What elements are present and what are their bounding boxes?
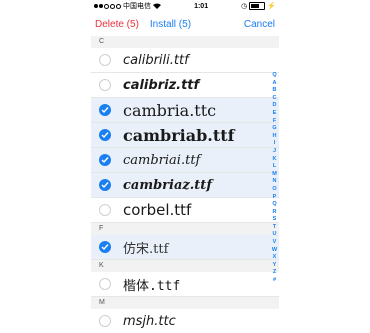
list-item[interactable]: msjh.ttc	[91, 309, 279, 333]
nav-bar: Delete (5) Install (5) Cancel	[91, 12, 279, 36]
index-letter[interactable]: A	[273, 80, 277, 88]
index-letter[interactable]: Y	[273, 262, 277, 270]
list-item[interactable]: corbel.ttf	[91, 198, 279, 223]
font-file-name: cambriai.ttf	[123, 152, 201, 168]
font-file-name: calibriz.ttf	[123, 77, 200, 93]
checkmark-icon[interactable]	[99, 241, 111, 253]
index-letter[interactable]: T	[273, 224, 276, 232]
delete-button[interactable]: Delete (5)	[95, 19, 139, 30]
index-letter[interactable]: F	[273, 118, 276, 126]
font-file-name: calibrili.ttf	[123, 52, 189, 68]
battery-icon	[249, 2, 266, 10]
index-letter[interactable]: Z	[273, 269, 276, 277]
unchecked-circle-icon[interactable]	[99, 79, 111, 91]
index-letter[interactable]: U	[273, 231, 277, 239]
status-right: ◷ ⚡	[241, 2, 276, 10]
index-letter[interactable]: C	[273, 95, 277, 103]
font-file-name: msjh.ttc	[123, 313, 176, 329]
index-letter[interactable]: V	[273, 239, 277, 247]
section-header-k: K	[91, 260, 279, 272]
index-letter[interactable]: I	[274, 140, 276, 148]
index-letter[interactable]: D	[273, 102, 277, 110]
index-letter[interactable]: M	[272, 171, 277, 179]
index-letter[interactable]: S	[273, 216, 277, 224]
unchecked-circle-icon[interactable]	[99, 315, 111, 327]
index-letter[interactable]: H	[273, 133, 277, 141]
section-header-c: C	[91, 36, 279, 48]
index-letter[interactable]: #	[273, 277, 276, 285]
status-left: 中国电信	[94, 1, 161, 11]
index-letter[interactable]: N	[273, 178, 277, 186]
wifi-icon	[153, 3, 161, 9]
unchecked-circle-icon[interactable]	[99, 204, 111, 216]
cancel-button[interactable]: Cancel	[244, 19, 275, 30]
list-item[interactable]: cambriai.ttf	[91, 148, 279, 173]
app-screen: 中国电信 1:01 ◷ ⚡ Delete (5) Install (5) Can…	[91, 0, 279, 333]
alarm-icon: ◷	[241, 3, 248, 10]
list-item[interactable]: 仿宋.ttf	[91, 235, 279, 260]
charging-icon: ⚡	[267, 3, 276, 10]
index-letter[interactable]: E	[273, 110, 277, 118]
font-list: C calibrili.ttf calibriz.ttf cambria.ttc…	[91, 36, 279, 333]
index-letter[interactable]: X	[273, 254, 277, 262]
checkmark-icon[interactable]	[99, 154, 111, 166]
font-file-name: corbel.ttf	[123, 201, 192, 219]
index-letter[interactable]: Q	[272, 72, 276, 80]
list-item[interactable]: 楷体.ttf	[91, 272, 279, 297]
status-bar: 中国电信 1:01 ◷ ⚡	[91, 0, 279, 12]
checkmark-icon[interactable]	[99, 104, 111, 116]
font-file-name: 楷体.ttf	[123, 278, 181, 294]
index-letter[interactable]: K	[273, 156, 277, 164]
signal-icon	[94, 3, 121, 9]
list-item[interactable]: cambria.ttc	[91, 98, 279, 123]
list-item[interactable]: calibriz.ttf	[91, 73, 279, 98]
section-index-bar[interactable]: Q A B C D E F G H I J K L M N O P Q R S T U V W X Y Z #	[270, 72, 279, 285]
index-letter[interactable]: B	[273, 87, 277, 95]
index-letter[interactable]: J	[273, 148, 276, 156]
section-header-f: F	[91, 223, 279, 235]
status-time: 1:01	[194, 2, 209, 10]
unchecked-circle-icon[interactable]	[99, 278, 111, 290]
checkmark-icon[interactable]	[99, 179, 111, 191]
index-letter[interactable]: G	[272, 125, 276, 133]
index-letter[interactable]: P	[273, 194, 277, 202]
font-file-name: cambriaz.ttf	[123, 177, 212, 193]
font-file-name: cambriab.ttf	[123, 125, 235, 145]
install-button[interactable]: Install (5)	[150, 19, 191, 30]
index-letter[interactable]: O	[272, 186, 276, 194]
checkmark-icon[interactable]	[99, 129, 111, 141]
section-header-m: M	[91, 297, 279, 309]
font-file-name: 仿宋.ttf	[123, 241, 169, 257]
list-item[interactable]: cambriab.ttf	[91, 123, 279, 148]
list-item[interactable]: cambriaz.ttf	[91, 173, 279, 198]
font-file-name: cambria.ttc	[123, 100, 217, 120]
carrier-label: 中国电信	[123, 3, 151, 10]
list-item[interactable]: calibrili.ttf	[91, 48, 279, 73]
index-letter[interactable]: W	[272, 247, 277, 255]
index-letter[interactable]: R	[273, 209, 277, 217]
unchecked-circle-icon[interactable]	[99, 54, 111, 66]
index-letter[interactable]: L	[273, 163, 276, 171]
index-letter[interactable]: Q	[272, 201, 276, 209]
